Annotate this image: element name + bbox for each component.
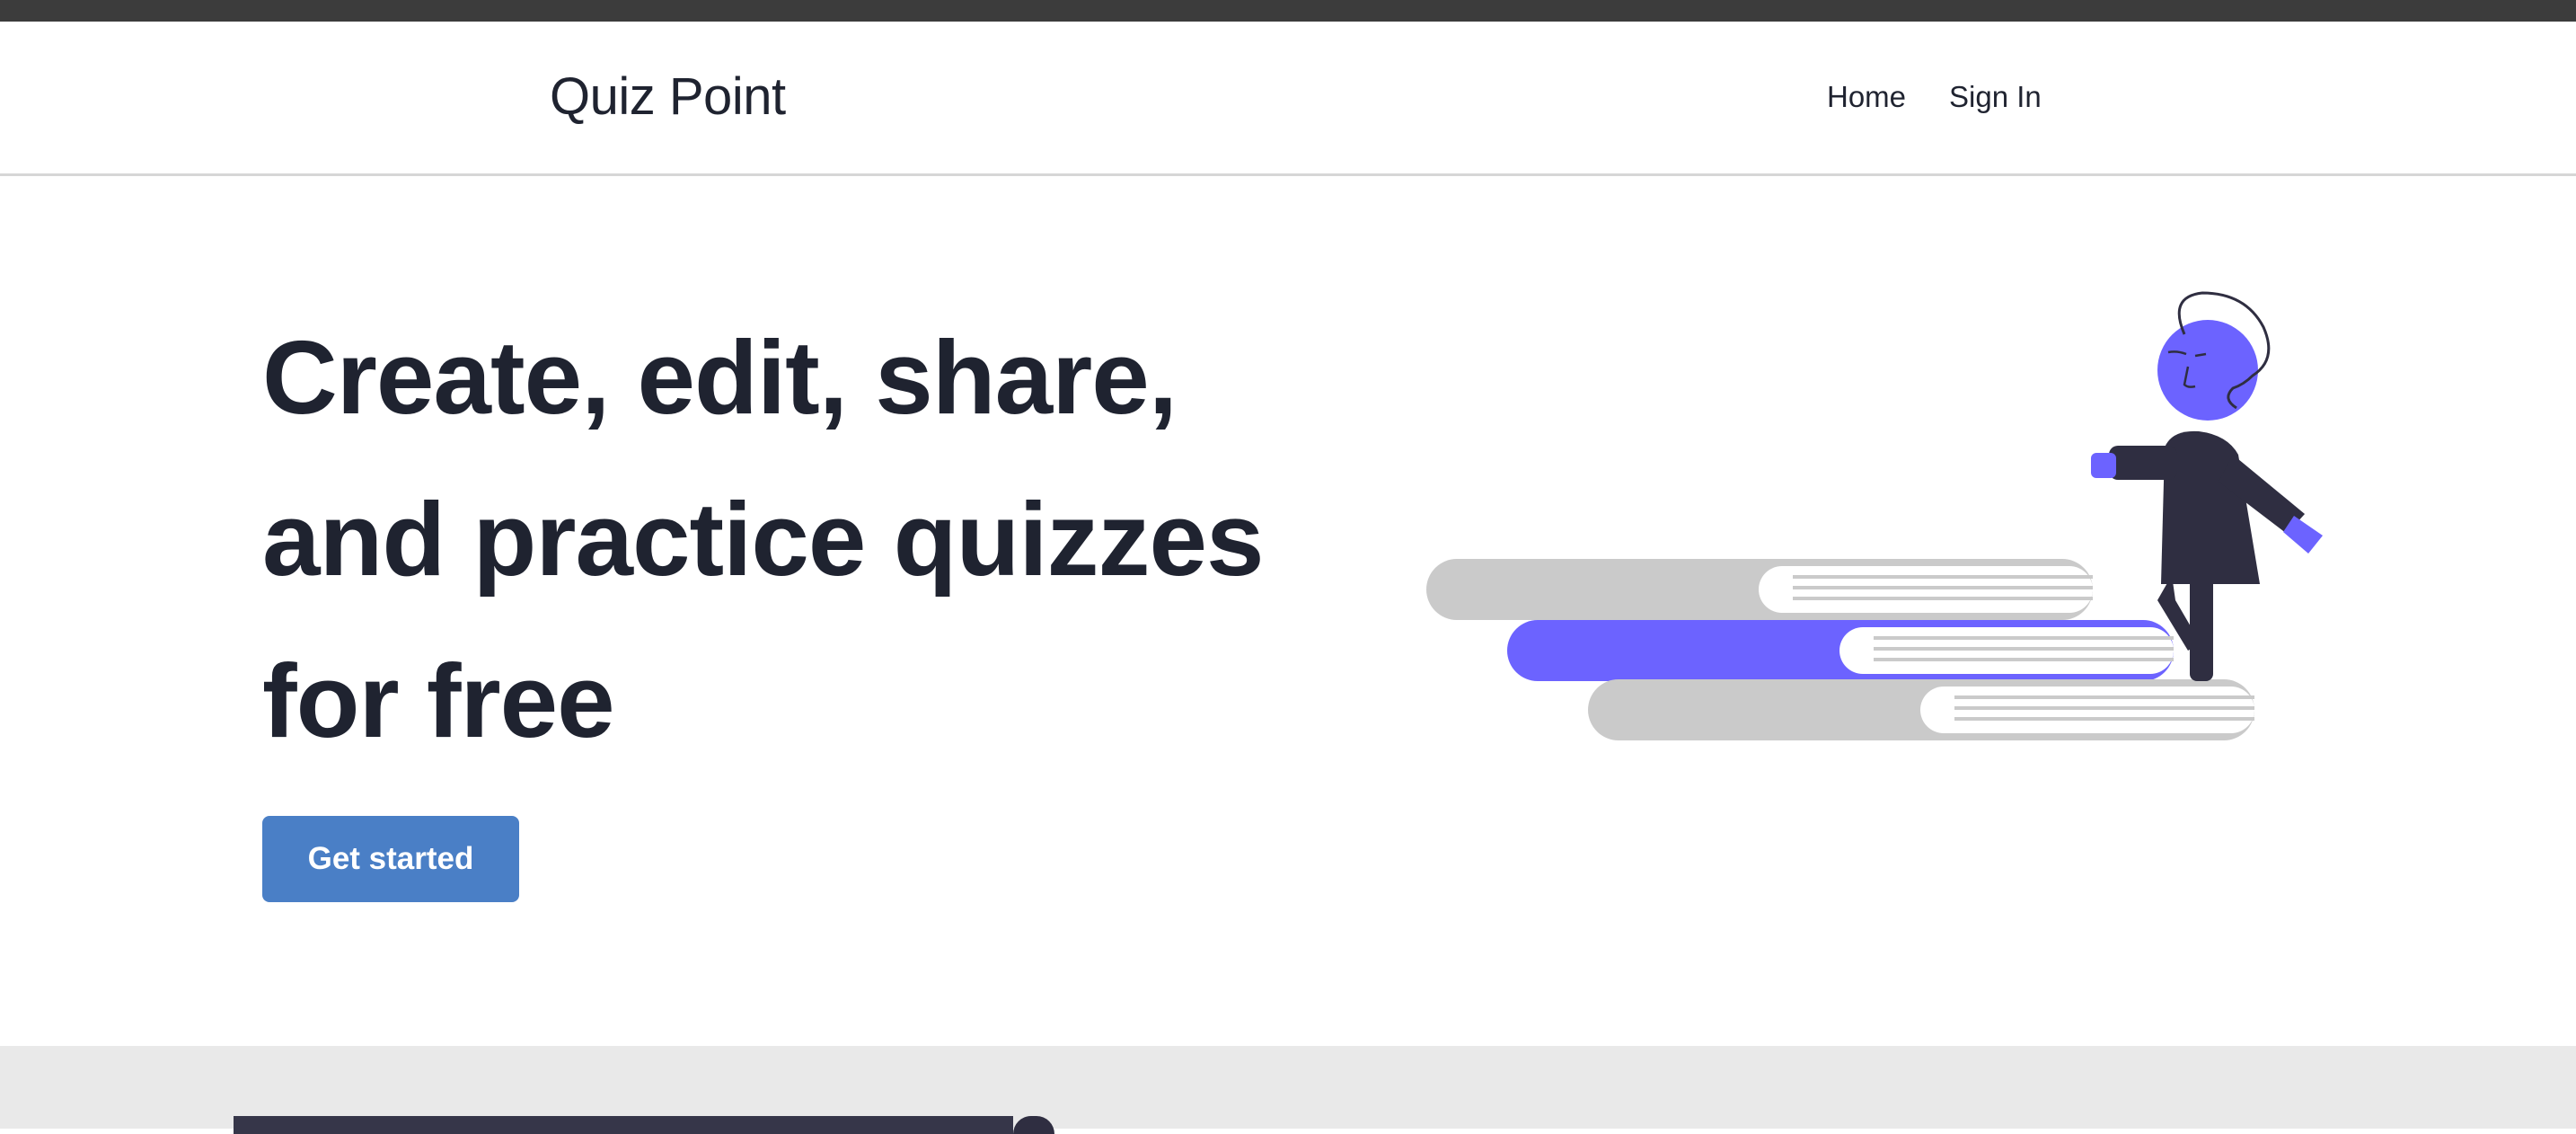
hero-title-line: for free	[262, 642, 615, 759]
nav-link-sign-in[interactable]: Sign In	[1949, 72, 2042, 122]
book-bottom	[1588, 679, 2254, 740]
features-section	[0, 1046, 2576, 1134]
book-top	[1426, 559, 2093, 620]
nav-link-home[interactable]: Home	[1827, 72, 1906, 122]
section-illustration-device	[234, 1116, 1013, 1134]
hero-title-line: Create, edit, share,	[262, 319, 1178, 436]
browser-top-bar	[0, 0, 2576, 22]
hero-title: Create, edit, share, and practice quizze…	[262, 297, 1340, 782]
hero-title-line: and practice quizzes	[262, 481, 1265, 598]
nav-links: Home Sign In	[1827, 72, 2042, 122]
section-illustration-shape	[1013, 1116, 1054, 1134]
book-middle	[1507, 620, 2174, 681]
navbar: Quiz Point Home Sign In	[0, 22, 2576, 176]
brand-logo[interactable]: Quiz Point	[550, 61, 786, 133]
person-climbing-books-illustration	[1426, 291, 2323, 740]
get-started-button[interactable]: Get started	[262, 816, 519, 902]
